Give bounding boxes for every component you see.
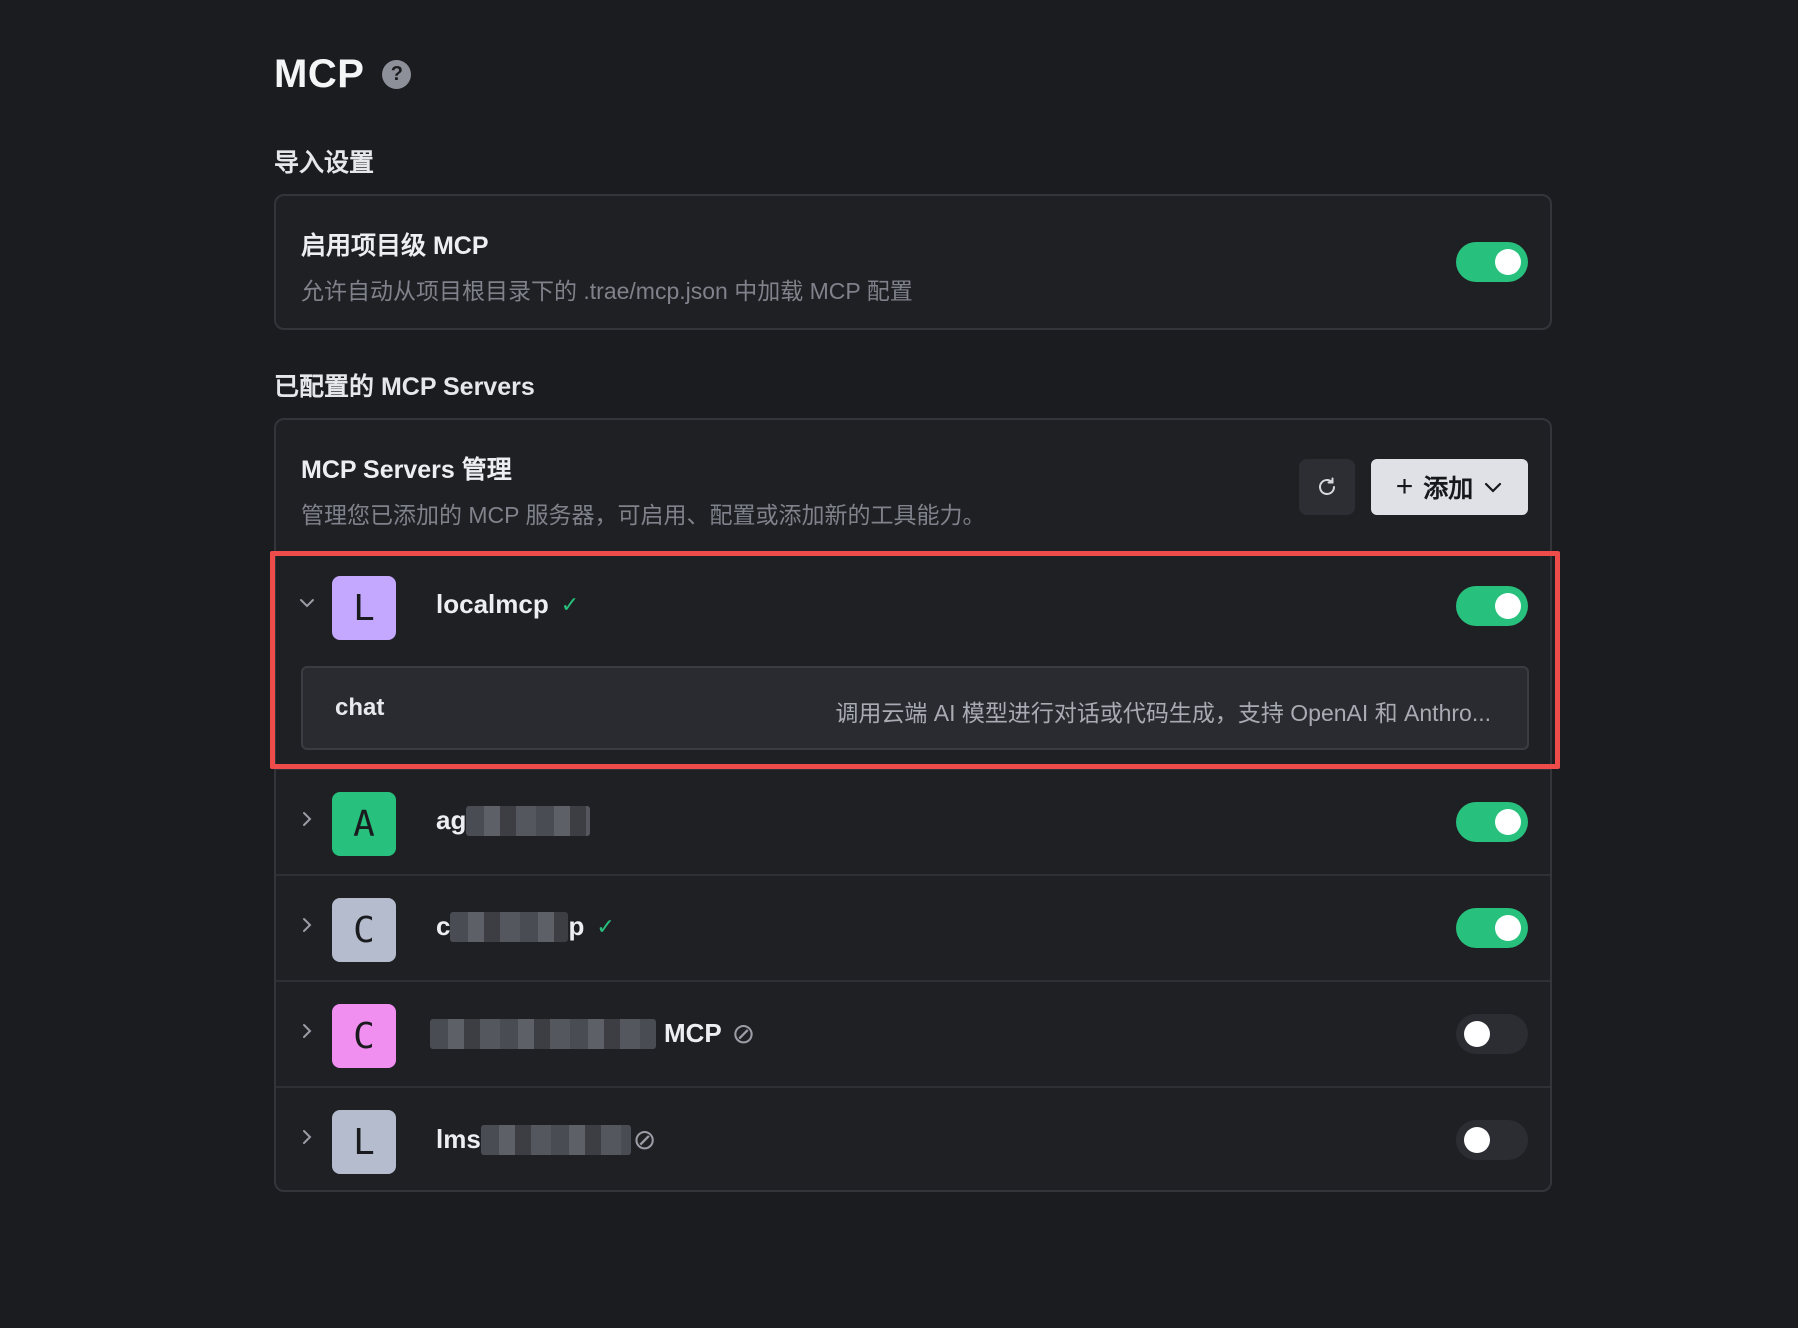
chevron-right-icon[interactable] (296, 1020, 318, 1042)
server-toggle[interactable] (1456, 1120, 1528, 1160)
chevron-right-icon[interactable] (296, 914, 318, 936)
chevron-down-icon (1485, 482, 1502, 493)
toggle-knob (1495, 809, 1521, 835)
avatar: A (332, 792, 396, 856)
server-name-text: c (436, 911, 451, 941)
server-name[interactable]: lms ⊘ (436, 1123, 656, 1156)
server-name[interactable]: MCP ⊘ (430, 1017, 755, 1050)
server-name-text: ag (436, 805, 467, 835)
check-icon: ✓ (596, 913, 615, 939)
server-toggle[interactable] (1456, 802, 1528, 842)
chevron-down-icon[interactable] (296, 592, 318, 614)
question-circle-icon[interactable]: ? (382, 60, 412, 89)
chevron-right-icon[interactable] (296, 808, 318, 830)
add-server-button[interactable]: + 添加 (1371, 459, 1528, 515)
avatar: C (332, 1004, 396, 1068)
toggle-knob (1464, 1127, 1490, 1153)
disabled-icon: ⊘ (731, 1018, 756, 1049)
project-mcp-toggle[interactable] (1456, 242, 1528, 282)
tool-description: 调用云端 AI 模型进行对话或代码生成，支持 OpenAI 和 Anthro..… (835, 700, 1491, 726)
refresh-button[interactable] (1299, 459, 1355, 515)
page-header: MCP ? (274, 52, 412, 97)
avatar: L (332, 1110, 396, 1174)
project-mcp-title: 启用项目级 MCP (301, 232, 489, 260)
toggle-knob (1464, 1021, 1490, 1047)
servers-management-title: MCP Servers 管理 (301, 456, 512, 484)
configured-servers-label: 已配置的 MCP Servers (274, 373, 535, 401)
redacted-text (430, 1018, 656, 1049)
import-settings-label: 导入设置 (274, 149, 375, 177)
disabled-icon: ⊘ (632, 1124, 657, 1155)
server-row: C MCP ⊘ (276, 980, 1550, 1086)
server-name[interactable]: c p ✓ (436, 911, 615, 942)
servers-card: MCP Servers 管理 管理您已添加的 MCP 服务器，可启用、配置或添加… (274, 418, 1552, 1192)
project-mcp-description: 允许自动从项目根目录下的 .trae/mcp.json 中加载 MCP 配置 (301, 278, 913, 304)
server-name-text: lms (436, 1124, 481, 1154)
add-button-label: 添加 (1423, 475, 1474, 503)
server-row: A ag (276, 768, 1550, 874)
server-name[interactable]: localmcp ✓ (436, 589, 579, 620)
server-name-suffix: p (568, 911, 585, 941)
tool-item[interactable]: chat 调用云端 AI 模型进行对话或代码生成，支持 OpenAI 和 Ant… (301, 666, 1529, 750)
toggle-knob (1495, 249, 1521, 275)
avatar: C (332, 898, 396, 962)
redacted-text (450, 911, 569, 942)
server-toggle[interactable] (1456, 586, 1528, 626)
server-toggle[interactable] (1456, 908, 1528, 948)
server-row-localmcp: L localmcp ✓ chat 调用云端 AI 模型进行对话或代码生成，支持… (276, 554, 1550, 768)
server-toggle[interactable] (1456, 1014, 1528, 1054)
project-mcp-card: 启用项目级 MCP 允许自动从项目根目录下的 .trae/mcp.json 中加… (274, 194, 1552, 330)
refresh-icon (1319, 477, 1335, 495)
redacted-text (480, 1124, 631, 1155)
redacted-text (466, 805, 591, 836)
tool-name: chat (335, 694, 385, 721)
server-name-text: localmcp (436, 589, 549, 619)
avatar: L (332, 576, 396, 640)
server-row: L lms ⊘ (276, 1086, 1550, 1192)
page-title: MCP (274, 52, 365, 96)
plus-icon: + (1395, 470, 1414, 503)
server-row: C c p ✓ (276, 874, 1550, 980)
server-name[interactable]: ag (436, 805, 591, 836)
toggle-knob (1495, 915, 1521, 941)
servers-management-description: 管理您已添加的 MCP 服务器，可启用、配置或添加新的工具能力。 (301, 502, 986, 528)
check-icon: ✓ (560, 591, 580, 617)
chevron-right-icon[interactable] (296, 1126, 318, 1148)
server-name-suffix: MCP (664, 1018, 722, 1048)
toggle-knob (1495, 593, 1521, 619)
